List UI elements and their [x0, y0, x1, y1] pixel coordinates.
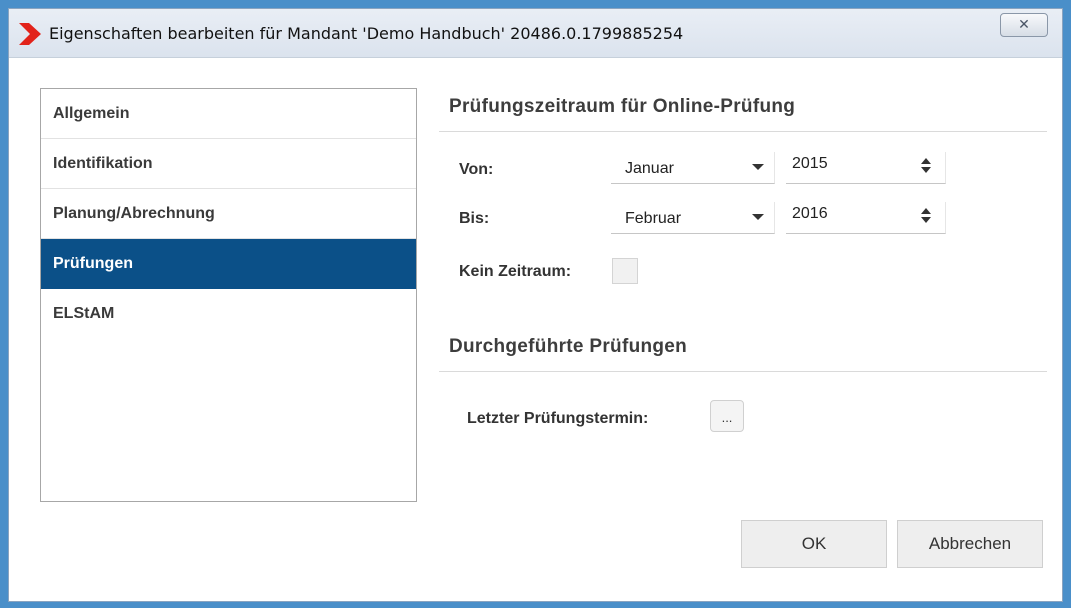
from-month-select[interactable]: Januar	[611, 152, 775, 184]
nav-item-allgemein[interactable]: Allgemein	[41, 89, 416, 139]
to-label: Bis:	[459, 210, 490, 227]
nav-item-planung-abrechnung[interactable]: Planung/Abrechnung	[41, 189, 416, 239]
window-title: Eigenschaften bearbeiten für Mandant 'De…	[49, 24, 684, 43]
nav-item-label: Prüfungen	[53, 254, 133, 272]
ok-button-label: OK	[801, 534, 827, 553]
close-button[interactable]: ✕	[1000, 13, 1048, 37]
done-section-title: Durchgeführte Prüfungen	[449, 336, 688, 357]
close-icon: ✕	[1018, 17, 1030, 33]
no-period-label: Kein Zeitraum:	[459, 263, 572, 280]
nav-item-elstam[interactable]: ELStAM	[41, 289, 416, 339]
section-divider	[439, 131, 1047, 132]
chevron-down-icon	[752, 164, 764, 170]
spin-up-icon[interactable]	[921, 158, 931, 164]
nav-item-label: ELStAM	[53, 305, 115, 322]
to-month-value: Februar	[625, 210, 682, 227]
from-year-value: 2015	[792, 155, 828, 172]
from-month-value: Januar	[625, 160, 674, 177]
spin-up-icon[interactable]	[921, 208, 931, 214]
dialog-frame: Eigenschaften bearbeiten für Mandant 'De…	[8, 8, 1063, 602]
nav-item-identifikation[interactable]: Identifikation	[41, 139, 416, 189]
nav-item-pruefungen[interactable]: Prüfungen	[41, 239, 416, 289]
dialog-content: Allgemein Identifikation Planung/Abrechn…	[9, 58, 1062, 601]
period-section-title: Prüfungszeitraum für Online-Prüfung	[449, 96, 796, 117]
dialog-window: Eigenschaften bearbeiten für Mandant 'De…	[0, 0, 1071, 608]
from-year-spinner[interactable]: 2015	[786, 152, 946, 184]
section-divider	[439, 371, 1047, 372]
to-month-select[interactable]: Februar	[611, 202, 775, 234]
from-label: Von:	[459, 161, 494, 178]
to-year-spinner[interactable]: 2016	[786, 202, 946, 234]
spin-down-icon[interactable]	[921, 167, 931, 173]
ok-button[interactable]: OK	[741, 520, 887, 568]
nav-item-label: Allgemein	[53, 104, 130, 122]
nav-item-label: Planung/Abrechnung	[53, 204, 215, 222]
chevron-down-icon	[752, 214, 764, 220]
cancel-button[interactable]: Abbrechen	[897, 520, 1043, 568]
title-bar: Eigenschaften bearbeiten für Mandant 'De…	[9, 9, 1062, 58]
no-period-checkbox[interactable]	[612, 258, 638, 284]
app-logo-icon	[19, 23, 41, 45]
category-list: Allgemein Identifikation Planung/Abrechn…	[40, 88, 417, 502]
spin-down-icon[interactable]	[921, 217, 931, 223]
nav-item-label: Identifikation	[53, 154, 153, 172]
last-date-label: Letzter Prüfungstermin:	[467, 410, 649, 427]
to-year-value: 2016	[792, 205, 828, 222]
cancel-button-label: Abbrechen	[928, 534, 1012, 553]
date-picker-button[interactable]: ...	[710, 400, 744, 432]
ellipsis-icon: ...	[721, 410, 733, 425]
